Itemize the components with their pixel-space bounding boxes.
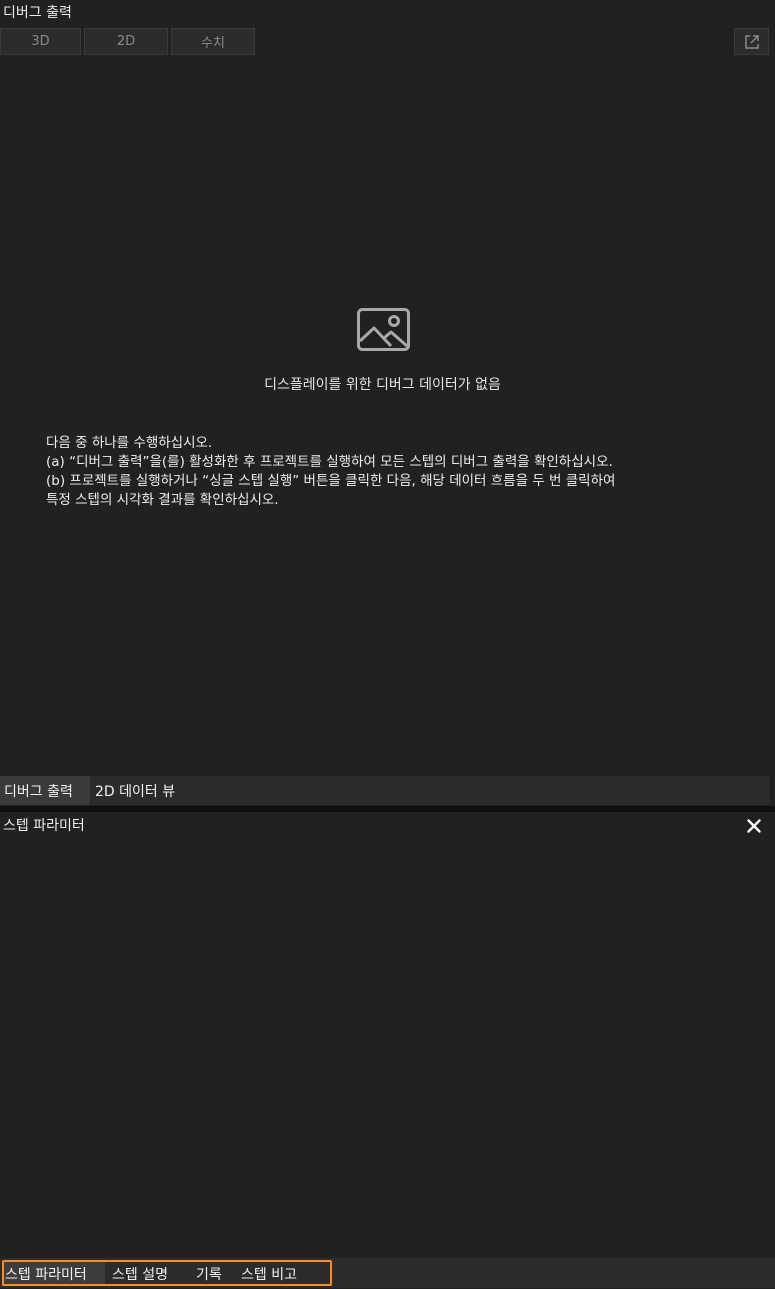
tab-numeric[interactable]: 수치 bbox=[171, 28, 255, 55]
help-instructions: 다음 중 하나를 수행하십시오. (a) “디버그 출력”을(를) 활성화한 후… bbox=[46, 434, 746, 510]
app-root: 디버그 출력 3D 2D 수치 디스플레이를 위한 디버그 데이터가 없음 다음… bbox=[0, 0, 775, 1289]
help-line: 다음 중 하나를 수행하십시오. bbox=[46, 435, 213, 451]
tab-2d[interactable]: 2D bbox=[84, 28, 168, 55]
tab-debug-output[interactable]: 디버그 출력 bbox=[0, 776, 90, 805]
close-button[interactable] bbox=[745, 817, 763, 835]
help-line: (a) “디버그 출력”을(를) 활성화한 후 프로젝트를 실행하여 모든 스텝… bbox=[46, 454, 613, 470]
tab-3d[interactable]: 3D bbox=[0, 28, 81, 55]
tabs-highlight-box bbox=[2, 1260, 332, 1286]
param-panel-title: 스텝 파라미터 bbox=[3, 818, 85, 834]
step-parameter-panel: 스텝 파라미터 스텝 파라미터 스텝 설명 기록 스텝 비고 bbox=[0, 812, 775, 1289]
debug-bottom-tabs: 디버그 출력 2D 데이터 뷰 bbox=[0, 776, 770, 805]
debug-output-panel: 디버그 출력 3D 2D 수치 디스플레이를 위한 디버그 데이터가 없음 다음… bbox=[0, 0, 775, 807]
help-line: (b) 프로젝트를 실행하거나 “싱글 스텝 실행” 버튼을 클릭한 다음, 해… bbox=[46, 473, 616, 489]
external-link-icon bbox=[744, 34, 759, 49]
param-bottom-tabs: 스텝 파라미터 스텝 설명 기록 스텝 비고 bbox=[0, 1258, 775, 1288]
debug-panel-title: 디버그 출력 bbox=[3, 5, 72, 21]
popout-button[interactable] bbox=[734, 28, 769, 55]
view-mode-tabs: 3D 2D 수치 bbox=[0, 28, 255, 55]
tab-2d-data-view[interactable]: 2D 데이터 뷰 bbox=[90, 776, 193, 805]
image-placeholder-icon bbox=[357, 308, 410, 351]
close-icon bbox=[747, 819, 761, 833]
help-line: 특정 스텝의 시각화 결과를 확인하십시오. bbox=[46, 492, 279, 508]
empty-data-message: 디스플레이를 위한 디버그 데이터가 없음 bbox=[264, 377, 501, 393]
